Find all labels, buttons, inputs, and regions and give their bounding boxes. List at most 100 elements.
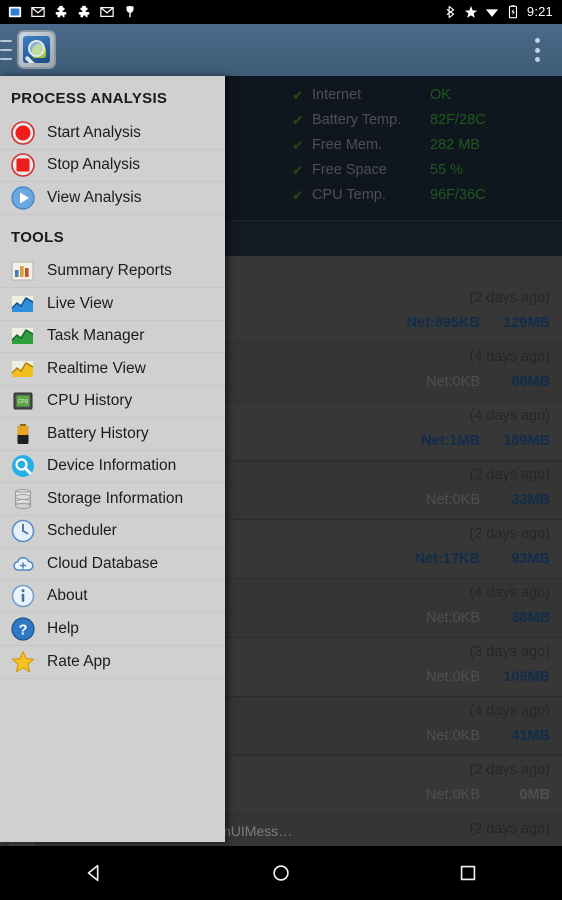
memory-usage-label: 189MB [503, 433, 550, 449]
drawer-item-cloud-database[interactable]: Cloud Database [0, 548, 225, 581]
process-metrics: Net:0KB 88MB [426, 374, 550, 390]
drawer-divider [0, 678, 225, 679]
status-panel-right-column: ✔ Internet OK ✔ Battery Temp. 82F/28C ✔ … [292, 82, 562, 220]
nav-recents-button[interactable] [448, 853, 488, 893]
last-seen-label: (4 days ago) [469, 349, 550, 365]
drawer-item-label: Device Information [47, 457, 177, 475]
status-value: 55 % [430, 161, 464, 178]
last-seen-label: (2 days ago) [469, 290, 550, 306]
drawer-item-label: Task Manager [47, 327, 145, 345]
star-icon [11, 650, 41, 674]
status-bar-system-icons: 9:21 [443, 5, 562, 19]
status-row-free-mem: ✔ Free Mem. 282 MB [292, 132, 562, 157]
status-value: OK [430, 86, 451, 103]
network-usage-label: Net:17KB [414, 551, 480, 567]
screenshot-icon [8, 6, 22, 18]
overflow-menu-icon[interactable] [535, 38, 540, 62]
puzzle-icon [55, 5, 67, 18]
info-icon [11, 584, 41, 608]
drawer-item-rate-app[interactable]: Rate App [0, 646, 225, 679]
drawer-item-summary-reports[interactable]: Summary Reports [0, 256, 225, 288]
memory-usage-label: 38MB [511, 610, 550, 626]
nav-back-button[interactable] [74, 853, 114, 893]
drawer-item-cpu-history[interactable]: CPU CPU History [0, 386, 225, 418]
play-blue-icon [11, 186, 41, 210]
drawer-item-scheduler[interactable]: Scheduler [0, 516, 225, 548]
drawer-item-label: View Analysis [47, 188, 142, 206]
stop-red-icon [11, 153, 41, 178]
drawer-item-realtime-view[interactable]: Realtime View [0, 353, 225, 386]
hamburger-menu-icon[interactable] [0, 40, 12, 60]
status-value: 82F/28C [430, 111, 486, 128]
network-usage-label: Net:1MB [421, 433, 480, 449]
process-metrics: Net:0KB 109MB [426, 669, 550, 685]
last-seen-label: (2 days ago) [469, 467, 550, 483]
drawer-item-about[interactable]: About [0, 581, 225, 613]
drawer-item-device-information[interactable]: Device Information [0, 451, 225, 483]
question-icon: ? [11, 617, 41, 641]
memory-usage-label: 129MB [503, 315, 550, 331]
square-recents-icon [461, 865, 476, 881]
process-metrics: Net:0KB 0MB [426, 787, 550, 803]
process-metrics: Net:1MB 189MB [421, 433, 550, 449]
battery-icon [11, 422, 41, 446]
drawer-item-help[interactable]: ? Help [0, 613, 225, 646]
drawer-item-label: Summary Reports [47, 262, 172, 280]
drawer-section-title-tools: TOOLS [11, 228, 64, 246]
check-icon: ✔ [292, 186, 304, 203]
drawer-item-battery-history[interactable]: Battery History [0, 418, 225, 451]
status-bar: 9:21 [0, 0, 562, 24]
record-red-icon [11, 120, 41, 145]
drawer-item-label: Scheduler [47, 522, 117, 540]
yellow-area-chart-icon [11, 357, 41, 381]
star-icon [464, 6, 478, 18]
triangle-back-icon [87, 864, 99, 882]
status-label: Free Space [312, 161, 387, 178]
check-icon: ✔ [292, 136, 304, 153]
status-bar-clock: 9:21 [526, 4, 553, 19]
memory-usage-label: 41MB [511, 728, 550, 744]
process-metrics: Net:0KB 41MB [426, 728, 550, 744]
svg-text:CPU: CPU [18, 399, 29, 405]
drawer-item-task-manager[interactable]: Task Manager [0, 321, 225, 353]
drawer-item-label: Cloud Database [47, 554, 159, 572]
drawer-item-start-analysis[interactable]: Start Analysis [0, 117, 225, 150]
status-label: CPU Temp. [312, 186, 386, 203]
memory-usage-label: 93MB [511, 551, 550, 567]
memory-usage-label: 88MB [511, 374, 550, 390]
gmail-icon-2 [100, 7, 114, 17]
cloud-plus-icon [11, 552, 41, 576]
memory-usage-label: 33MB [511, 492, 550, 508]
drawer-section-title-process-analysis: PROCESS ANALYSIS [11, 90, 168, 107]
network-usage-label: Net:0KB [426, 728, 480, 744]
blue-area-chart-icon [11, 292, 41, 316]
memory-usage-label: 109MB [503, 669, 550, 685]
status-row-cpu-temp: ✔ CPU Temp. 96F/36C [292, 182, 562, 207]
drawer-item-stop-analysis[interactable]: Stop Analysis [0, 150, 225, 182]
status-label: Free Mem. [312, 136, 383, 153]
android-navigation-bar [0, 846, 562, 900]
drawer-item-view-analysis[interactable]: View Analysis [0, 182, 225, 215]
drawer-item-label: About [47, 587, 88, 605]
navigation-drawer[interactable]: PROCESS ANALYSIS Start Analysis Stop Ana… [0, 76, 225, 842]
svg-text:?: ? [19, 622, 28, 638]
green-area-chart-icon [11, 324, 41, 348]
check-icon: ✔ [292, 86, 304, 103]
process-metrics: Net:17KB 93MB [415, 551, 550, 567]
network-usage-label: Net:0KB [426, 610, 480, 626]
check-icon: ✔ [292, 161, 304, 178]
usb-debug-icon [126, 5, 134, 18]
drawer-item-live-view[interactable]: Live View [0, 288, 225, 321]
app-bar [0, 24, 562, 78]
status-value: 282 MB [430, 136, 480, 153]
process-metrics: Net:895KB 129MB [407, 315, 550, 331]
drawer-item-storage-information[interactable]: Storage Information [0, 483, 225, 516]
last-seen-label: (3 days ago) [469, 644, 550, 660]
last-seen-label: (2 days ago) [469, 762, 550, 778]
nav-home-button[interactable] [261, 853, 301, 893]
network-usage-label: Net:895KB [406, 315, 480, 331]
drawer-item-label: Live View [47, 294, 114, 312]
gmail-icon [31, 7, 45, 17]
wifi-icon [485, 9, 499, 17]
status-row-internet: ✔ Internet OK [292, 82, 562, 107]
